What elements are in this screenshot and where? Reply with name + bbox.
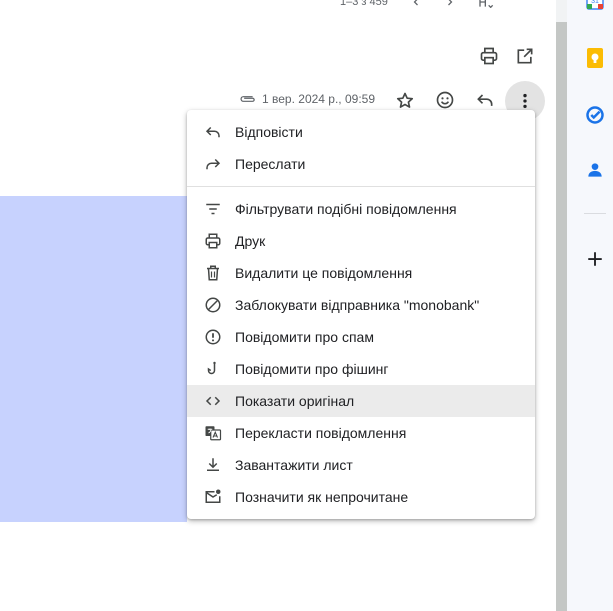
- mark-unread-icon: [203, 487, 223, 507]
- add-reaction-button[interactable]: [433, 88, 457, 112]
- star-icon: [395, 91, 415, 111]
- menu-item-label: Повідомити про фішинг: [235, 361, 389, 377]
- menu-item-label: Завантажити лист: [235, 457, 353, 473]
- trash-icon: [203, 263, 223, 283]
- filter-icon: [203, 199, 223, 219]
- calendar-icon[interactable]: 31: [585, 0, 605, 10]
- menu-item-report-phishing[interactable]: Повідомити про фішинг: [187, 353, 535, 385]
- menu-item-show-original[interactable]: Показати оригінал: [187, 385, 535, 417]
- menu-item-label: Відповісти: [235, 124, 303, 140]
- print-all-button[interactable]: [477, 44, 501, 68]
- menu-item-label: Друк: [235, 233, 266, 249]
- print-icon: [479, 46, 499, 66]
- attachment-icon: [238, 91, 258, 107]
- menu-item-label: Заблокувати відправника "monobank": [235, 297, 480, 313]
- menu-item-print[interactable]: Друк: [187, 225, 535, 257]
- keep-icon[interactable]: [585, 47, 605, 69]
- forward-icon: [203, 154, 223, 174]
- open-in-new-icon: [515, 46, 535, 66]
- scroll-track: [556, 0, 567, 22]
- add-icon[interactable]: [584, 248, 606, 270]
- menu-divider: [187, 186, 535, 187]
- menu-item-forward[interactable]: Переслати: [187, 148, 535, 180]
- tasks-icon[interactable]: [584, 104, 606, 126]
- side-panel-divider: [584, 213, 606, 214]
- side-panel: [567, 0, 613, 611]
- page-count: 1–3 з 459: [340, 0, 388, 8]
- menu-item-filter-similar[interactable]: Фільтрувати подібні повідомлення: [187, 193, 535, 225]
- menu-item-reply[interactable]: Відповісти: [187, 116, 535, 148]
- menu-item-translate[interactable]: Перекласти повідомлення: [187, 417, 535, 449]
- prev-page-icon[interactable]: [410, 0, 422, 8]
- input-tools-icon[interactable]: [478, 0, 494, 8]
- menu-item-label: Видалити це повідомлення: [235, 265, 413, 281]
- code-icon: [203, 391, 223, 411]
- reply-icon: [475, 90, 495, 110]
- reply-icon: [203, 122, 223, 142]
- menu-item-label: Показати оригінал: [235, 393, 355, 409]
- print-icon: [203, 231, 223, 251]
- report-icon: [203, 327, 223, 347]
- contacts-icon[interactable]: [584, 159, 606, 181]
- menu-item-block-sender[interactable]: Заблокувати відправника "monobank": [187, 289, 535, 321]
- menu-item-report-spam[interactable]: Повідомити про спам: [187, 321, 535, 353]
- phishing-icon: [203, 359, 223, 379]
- date-text: 1 вер. 2024 р., 09:59: [262, 92, 375, 106]
- menu-item-label: Переслати: [235, 156, 306, 172]
- menu-item-label: Повідомити про спам: [235, 329, 374, 345]
- open-in-new-window-button[interactable]: [513, 44, 537, 68]
- top-toolbar: 1–3 з 459: [340, 0, 494, 8]
- emoji-icon: [435, 90, 455, 110]
- download-icon: [203, 455, 223, 475]
- menu-item-download[interactable]: Завантажити лист: [187, 449, 535, 481]
- reply-button[interactable]: [473, 88, 497, 112]
- more-options-menu: Відповісти Переслати Фільтрувати подібні…: [187, 110, 535, 519]
- scrollbar-thumb[interactable]: [556, 22, 567, 611]
- next-page-icon[interactable]: [444, 0, 456, 8]
- block-icon: [203, 295, 223, 315]
- message-date: 1 вер. 2024 р., 09:59: [238, 91, 375, 107]
- translate-icon: [203, 423, 223, 443]
- svg-text:31: 31: [591, 0, 599, 5]
- menu-item-label: Позначити як непрочитане: [235, 489, 409, 505]
- email-body-highlight: [0, 196, 187, 522]
- menu-item-label: Перекласти повідомлення: [235, 425, 407, 441]
- menu-item-delete[interactable]: Видалити це повідомлення: [187, 257, 535, 289]
- menu-item-mark-unread[interactable]: Позначити як непрочитане: [187, 481, 535, 513]
- menu-item-label: Фільтрувати подібні повідомлення: [235, 201, 457, 217]
